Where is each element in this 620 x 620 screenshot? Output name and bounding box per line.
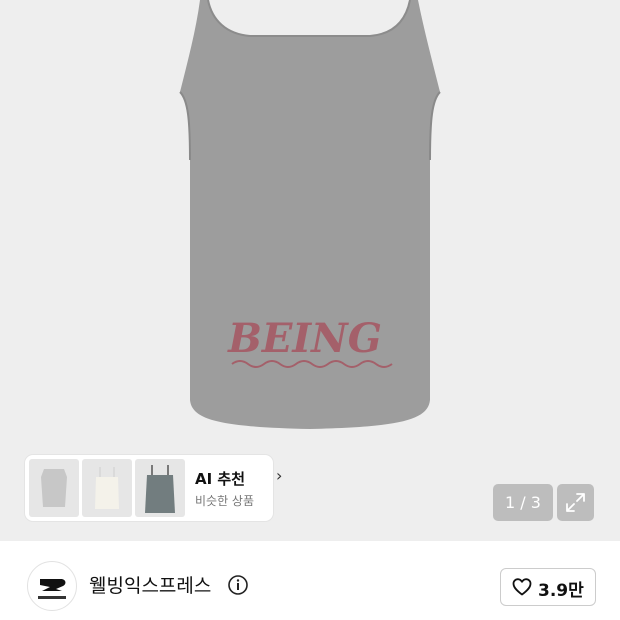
- brand-logo[interactable]: [27, 561, 77, 611]
- image-page-counter: 1 / 3: [493, 484, 553, 521]
- like-button[interactable]: 3.9만: [500, 568, 596, 606]
- print-text: BEING: [227, 315, 382, 362]
- heart-icon: [512, 578, 532, 596]
- expand-icon: [566, 493, 585, 512]
- brand-name[interactable]: 웰빙익스프레스: [89, 571, 211, 598]
- recommend-thumb-3[interactable]: [135, 459, 185, 517]
- expand-button[interactable]: [557, 484, 594, 521]
- chevron-right-icon: ›: [276, 466, 283, 485]
- ai-recommend-subtitle: 비슷한 상품: [195, 494, 255, 508]
- recommend-thumb-1[interactable]: [29, 459, 79, 517]
- like-count: 3.9만: [538, 581, 584, 601]
- ai-recommend-card[interactable]: AI 추천 › 비슷한 상품: [25, 455, 282, 521]
- ai-recommend-title: AI 추천: [195, 470, 246, 488]
- brand-bar: 웰빙익스프레스 3.9만: [0, 541, 620, 620]
- info-icon[interactable]: [228, 575, 248, 595]
- recommend-thumb-2[interactable]: [82, 459, 132, 517]
